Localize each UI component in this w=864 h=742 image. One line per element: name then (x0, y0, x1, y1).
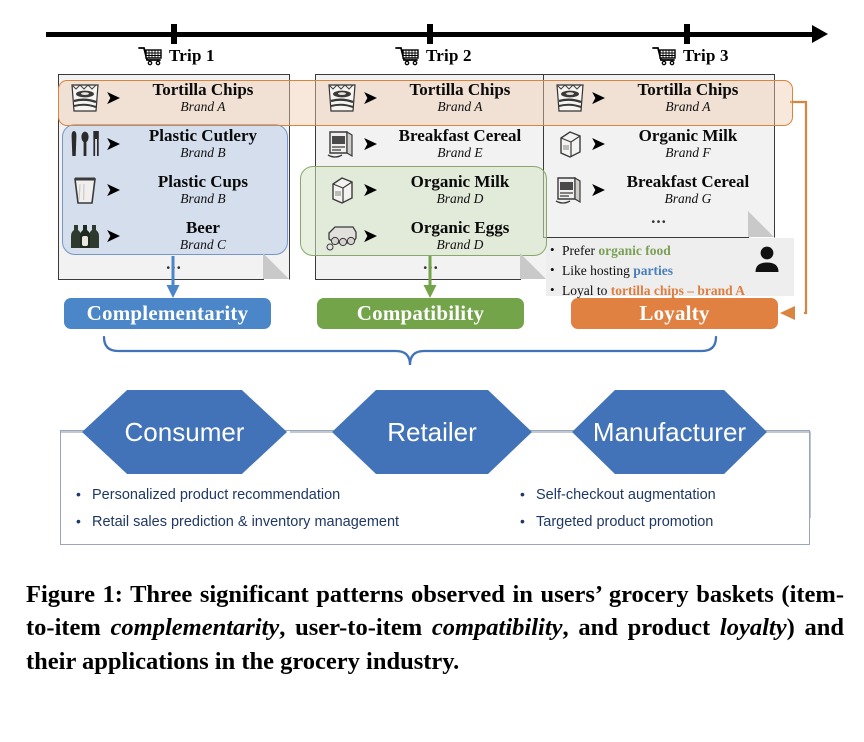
item-brand: Brand F (665, 145, 711, 161)
chips-bag-icon (65, 79, 105, 117)
item-brand: Brand G (664, 191, 712, 207)
grouping-brace (102, 335, 718, 366)
bullet-arrow-icon: ➤ (362, 224, 378, 247)
item-name: Organic Eggs (410, 218, 510, 238)
basket-item: ➤ Organic Milk Brand F (544, 121, 774, 167)
pattern-pill-compatibility[interactable]: Compatibility (317, 298, 524, 329)
basket-item: ➤ Breakfast Cereal Brand G (544, 167, 774, 213)
bullet-arrow-icon: ➤ (362, 86, 378, 109)
basket-trip-1: ➤ Tortilla Chips Brand A ➤ Plastic Cutle… (58, 74, 290, 280)
cereal-box-icon (550, 171, 590, 209)
item-name: Organic Milk (410, 172, 510, 192)
application-bullet: Self-checkout augmentation (520, 482, 716, 509)
complementarity-connector-arrow (165, 256, 181, 305)
application-bullet: Retail sales prediction & inventory mana… (76, 509, 496, 536)
basket-item: ➤ Plastic Cups Brand B (59, 167, 289, 213)
basket-item: ➤ Organic Eggs Brand D (316, 213, 546, 259)
compatibility-connector-arrow (422, 256, 438, 305)
milk-carton-icon (322, 171, 362, 209)
item-brand: Brand B (180, 145, 226, 161)
pattern-label: Loyalty (639, 301, 710, 325)
item-name: Plastic Cups (157, 172, 249, 192)
cup-icon (65, 171, 105, 209)
item-brand: Brand B (180, 191, 226, 207)
cutlery-icon (65, 125, 105, 163)
basket-item: ➤ Organic Milk Brand D (316, 167, 546, 213)
applications-column-right: Self-checkout augmentation Targeted prod… (514, 482, 716, 536)
item-brand: Brand A (180, 99, 226, 115)
item-brand: Brand A (437, 99, 483, 115)
bullet-arrow-icon: ➤ (105, 224, 121, 247)
hexagon-label: Manufacturer (592, 417, 747, 447)
basket-item: ➤ Beer Brand C (59, 213, 289, 259)
applications-hexagon-row: Consumer Retailer Manufacturer (60, 390, 810, 474)
hexagon-label: Retailer (387, 417, 477, 447)
item-name: Breakfast Cereal (626, 172, 750, 192)
item-brand: Brand D (436, 191, 484, 207)
chips-bag-icon (550, 79, 590, 117)
egg-carton-icon (322, 217, 362, 255)
basket-more: ... (651, 208, 667, 227)
page-fold-corner (520, 253, 546, 279)
caption-emphasis-loyalty: loyalty (719, 614, 787, 642)
item-name: Tortilla Chips (409, 80, 511, 100)
bullet-arrow-icon: ➤ (362, 132, 378, 155)
pattern-pill-loyalty[interactable]: Loyalty (571, 298, 778, 329)
bullet-arrow-icon: ➤ (105, 86, 121, 109)
hexagon-manufacturer[interactable]: Manufacturer (572, 390, 767, 474)
basket-trip-3: ➤ Tortilla Chips Brand A ➤ Organic Milk … (543, 74, 775, 238)
basket-item: ➤ Tortilla Chips Brand A (316, 75, 546, 121)
hexagon-label: Consumer (124, 417, 245, 447)
applications-column-left: Personalized product recommendation Reta… (70, 482, 496, 536)
beer-bottles-icon (65, 217, 105, 255)
bullet-arrow-icon: ➤ (590, 86, 606, 109)
figure-diagram: Trip 1 Trip 2 Trip 3 ➤ Tortilla Chips Br… (0, 0, 864, 566)
item-brand: Brand C (179, 237, 227, 253)
item-name: Tortilla Chips (637, 80, 739, 100)
bullet-arrow-icon: ➤ (105, 178, 121, 201)
milk-carton-icon (550, 125, 590, 163)
item-brand: Brand D (436, 237, 484, 253)
basket-item: ➤ Breakfast Cereal Brand E (316, 121, 546, 167)
caption-emphasis-compatibility: compatibility (431, 614, 563, 642)
page-fold-corner (263, 253, 289, 279)
cereal-box-icon (322, 125, 362, 163)
basket-trip-2: ➤ Tortilla Chips Brand A ➤ Breakfast Cer… (315, 74, 547, 280)
basket-item: ➤ Tortilla Chips Brand A (59, 75, 289, 121)
pattern-label: Compatibility (356, 301, 485, 325)
caption-mid-1: , user-to-item (279, 614, 432, 642)
item-name: Beer (185, 218, 220, 238)
page-fold-corner (748, 211, 774, 237)
item-brand: Brand E (437, 145, 483, 161)
bullet-arrow-icon: ➤ (590, 132, 606, 155)
item-brand: Brand A (665, 99, 711, 115)
application-bullet: Targeted product promotion (520, 509, 716, 536)
figure-caption: Figure 1: Three significant patterns obs… (26, 578, 844, 678)
bullet-arrow-icon: ➤ (362, 178, 378, 201)
caption-mid-2: , and product (562, 614, 720, 642)
item-name: Breakfast Cereal (398, 126, 522, 146)
chips-bag-icon (322, 79, 362, 117)
application-bullet: Personalized product recommendation (76, 482, 496, 509)
bullet-arrow-icon: ➤ (590, 178, 606, 201)
item-name: Plastic Cutlery (148, 126, 258, 146)
hexagon-consumer[interactable]: Consumer (82, 390, 287, 474)
hexagon-retailer[interactable]: Retailer (332, 390, 532, 474)
applications-bullet-lists: Personalized product recommendation Reta… (60, 482, 810, 536)
item-name: Tortilla Chips (152, 80, 254, 100)
basket-item: ➤ Plastic Cutlery Brand B (59, 121, 289, 167)
basket-item: ➤ Tortilla Chips Brand A (544, 75, 774, 121)
bullet-arrow-icon: ➤ (105, 132, 121, 155)
caption-emphasis-complementarity: complementarity (110, 614, 280, 642)
item-name: Organic Milk (638, 126, 738, 146)
